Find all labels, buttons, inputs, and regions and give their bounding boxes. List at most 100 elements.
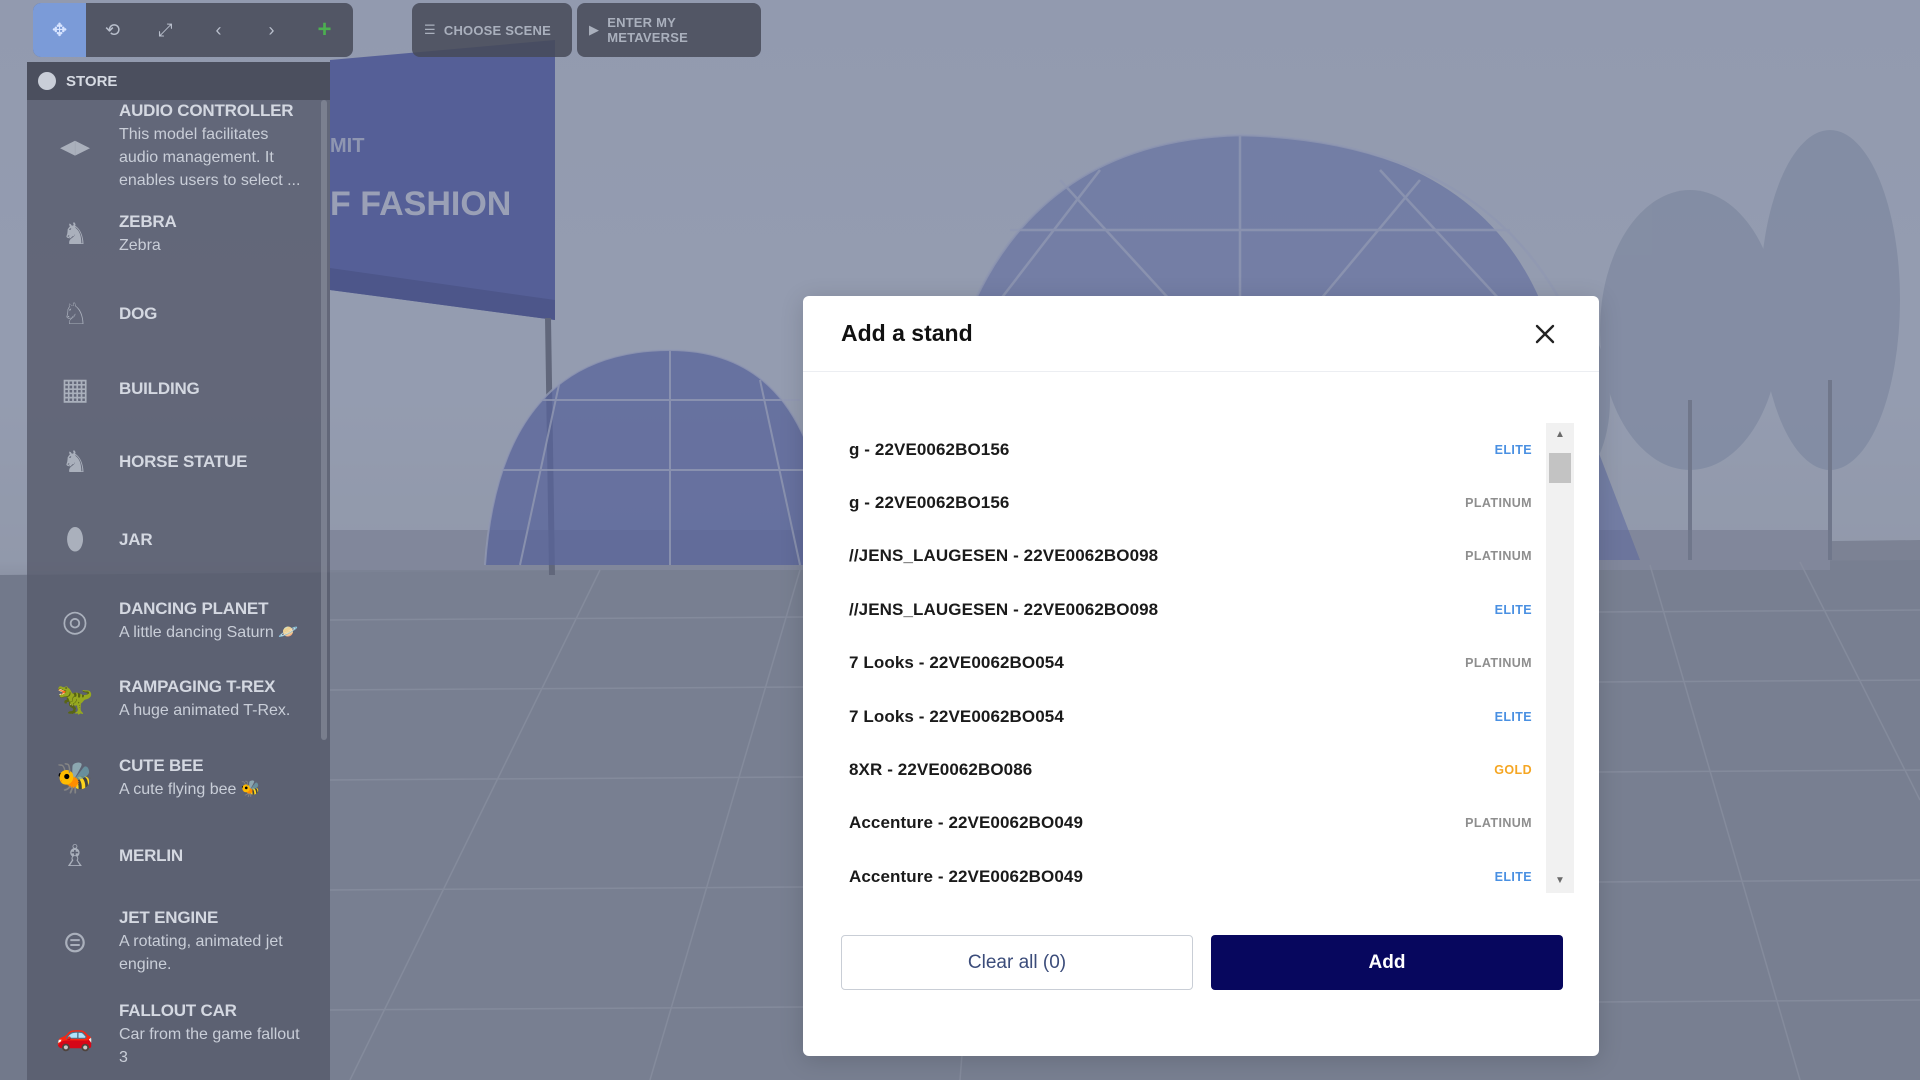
stand-option[interactable]: Accenture - 22VE0062BO049 PLATINUM (841, 797, 1546, 850)
store-title: STORE (66, 72, 118, 90)
store-item-desc: A cute flying bee 🐝 (119, 780, 261, 798)
stand-option[interactable]: 7 Looks - 22VE0062BO054 ELITE (841, 690, 1546, 743)
speaker-icon: ◂▸ (59, 129, 91, 163)
tier-badge: ELITE (1494, 869, 1532, 884)
store-item-name: DOG (119, 304, 158, 323)
stand-option[interactable]: 7 Looks - 22VE0062BO054 PLATINUM (841, 637, 1546, 690)
store-item-desc: Car from the game fallout 3 (119, 1026, 300, 1066)
trex-icon: 🦖 (56, 682, 94, 716)
stand-name: g - 22VE0062BO156 (849, 493, 1010, 513)
store-panel: STORE ◂▸ AUDIO CONTROLLER This model fac… (27, 62, 330, 1080)
store-item-list: ◂▸ AUDIO CONTROLLER This model facilitat… (27, 100, 320, 1080)
store-item-jar[interactable]: ⬮ JAR (27, 498, 320, 582)
jar-icon: ⬮ (65, 523, 85, 556)
add-button[interactable]: Add (1211, 935, 1563, 990)
store-item-desc: A little dancing Saturn 🪐 (119, 623, 299, 641)
stand-option[interactable]: g - 22VE0062BO156 ELITE (841, 423, 1546, 476)
scroll-down-icon[interactable]: ▼ (1546, 869, 1574, 891)
stand-name: //JENS_LAUGESEN - 22VE0062BO098 (849, 599, 1159, 619)
play-icon: ▶ (589, 22, 600, 37)
store-item-dancing-planet[interactable]: ◎ DANCING PLANET A little dancing Saturn… (27, 582, 320, 660)
transform-toolbar: ✥ ⟲ ⤢ ‹ › + (33, 3, 353, 57)
choose-scene-button[interactable]: ☰ CHOOSE SCENE (412, 3, 572, 57)
car-icon: 🚗 (56, 1018, 94, 1052)
store-item-rampaging-t-rex[interactable]: 🦖 RAMPAGING T-REX A huge animated T-Rex. (27, 660, 320, 738)
store-item-name: JET ENGINE (119, 908, 219, 927)
jet-engine-icon: ⊜ (62, 925, 88, 959)
store-item-audio-controller[interactable]: ◂▸ AUDIO CONTROLLER This model facilitat… (27, 100, 320, 192)
plus-icon[interactable]: + (298, 3, 351, 57)
store-item-name: CUTE BEE (119, 755, 204, 775)
stand-list: g - 22VE0062BO156 ELITE g - 22VE0062BO15… (841, 423, 1546, 893)
scrollbar-thumb[interactable] (1549, 453, 1571, 483)
planet-icon: ◎ (61, 604, 89, 638)
chevron-left-icon[interactable]: ‹ (192, 3, 245, 57)
store-item-name: RAMPAGING T-REX (119, 676, 276, 696)
move-icon[interactable]: ✥ (33, 3, 86, 57)
stand-listbox[interactable]: g - 22VE0062BO156 ELITE g - 22VE0062BO15… (841, 423, 1574, 893)
stand-name: 8XR - 22VE0062BO086 (849, 760, 1033, 780)
horse-statue-icon: ♞ (61, 445, 89, 479)
stand-option[interactable]: Accenture - 22VE0062BO049 ELITE (841, 850, 1546, 893)
tier-badge: PLATINUM (1465, 549, 1532, 564)
add-stand-dialog: Add a stand g - 22VE0062BO156 ELITE g - … (803, 296, 1599, 1056)
stand-option[interactable]: //JENS_LAUGESEN - 22VE0062BO098 ELITE (841, 583, 1546, 636)
scroll-up-icon[interactable]: ▲ (1546, 423, 1574, 445)
store-scrollbar[interactable] (321, 100, 327, 740)
store-item-name: AUDIO CONTROLLER (119, 100, 294, 120)
dialog-title: Add a stand (841, 320, 973, 346)
tier-badge: PLATINUM (1465, 816, 1532, 831)
store-header[interactable]: STORE (27, 62, 330, 100)
stand-name: 7 Looks - 22VE0062BO054 (849, 706, 1064, 726)
store-item-jet-engine[interactable]: ⊜ JET ENGINE A rotating, animated jet en… (27, 894, 320, 990)
store-item-desc: Zebra (119, 236, 161, 254)
dialog-header: Add a stand (803, 296, 1599, 372)
close-icon[interactable] (1529, 318, 1561, 350)
store-item-name: JAR (119, 530, 153, 549)
stand-name: g - 22VE0062BO156 (849, 439, 1010, 459)
building-icon: ▦ (60, 372, 90, 406)
tier-badge: ELITE (1494, 442, 1532, 457)
bee-icon: 🐝 (56, 761, 94, 795)
stand-name: //JENS_LAUGESEN - 22VE0062BO098 (849, 546, 1159, 566)
stand-name: Accenture - 22VE0062BO049 (849, 866, 1084, 886)
tier-badge: PLATINUM (1465, 496, 1532, 511)
store-item-desc: A rotating, animated jet engine. (119, 933, 283, 973)
store-item-cute-bee[interactable]: 🐝 CUTE BEE A cute flying bee 🐝 (27, 738, 320, 818)
store-item-name: BUILDING (119, 379, 200, 398)
list-icon: ☰ (424, 22, 436, 37)
tier-badge: GOLD (1494, 763, 1532, 778)
stand-name: 7 Looks - 22VE0062BO054 (849, 653, 1064, 673)
clear-all-button[interactable]: Clear all (0) (841, 935, 1193, 990)
store-item-desc: This model facilitates audio management.… (119, 125, 301, 189)
rotate-icon[interactable]: ⟲ (86, 3, 139, 57)
store-item-name: ZEBRA (119, 211, 177, 231)
tier-badge: ELITE (1494, 709, 1532, 724)
merlin-icon: ♗ (61, 839, 89, 873)
stand-option[interactable]: //JENS_LAUGESEN - 22VE0062BO098 PLATINUM (841, 530, 1546, 583)
chevron-right-icon[interactable]: › (245, 3, 298, 57)
store-item-name: FALLOUT CAR (119, 1001, 237, 1020)
tier-badge: ELITE (1494, 602, 1532, 617)
store-item-name: HORSE STATUE (119, 452, 248, 471)
stand-option[interactable]: 8XR - 22VE0062BO086 GOLD (841, 743, 1546, 796)
scale-icon[interactable]: ⤢ (139, 3, 192, 57)
store-item-fallout-car[interactable]: 🚗 FALLOUT CAR Car from the game fallout … (27, 990, 320, 1080)
store-item-zebra[interactable]: ♞ ZEBRA Zebra (27, 192, 320, 276)
stand-list-scrollbar[interactable]: ▲ ▼ (1546, 423, 1574, 893)
enter-metaverse-button[interactable]: ▶ ENTER MY METAVERSE (577, 3, 761, 57)
stand-option[interactable]: g - 22VE0062BO156 PLATINUM (841, 476, 1546, 529)
tier-badge: PLATINUM (1465, 656, 1532, 671)
zebra-icon: ♞ (61, 217, 89, 251)
dog-icon: ♘ (61, 297, 89, 331)
store-item-desc: A huge animated T-Rex. (119, 701, 291, 719)
store-item-merlin[interactable]: ♗ MERLIN (27, 818, 320, 894)
store-item-name: MERLIN (119, 846, 183, 865)
store-item-dog[interactable]: ♘ DOG (27, 276, 320, 352)
store-item-horse-statue[interactable]: ♞ HORSE STATUE (27, 426, 320, 498)
enter-metaverse-label: ENTER MY METAVERSE (607, 15, 688, 45)
store-item-name: DANCING PLANET (119, 598, 269, 618)
store-item-building[interactable]: ▦ BUILDING (27, 352, 320, 426)
stand-name: Accenture - 22VE0062BO049 (849, 813, 1084, 833)
store-collapse-icon (38, 72, 56, 90)
